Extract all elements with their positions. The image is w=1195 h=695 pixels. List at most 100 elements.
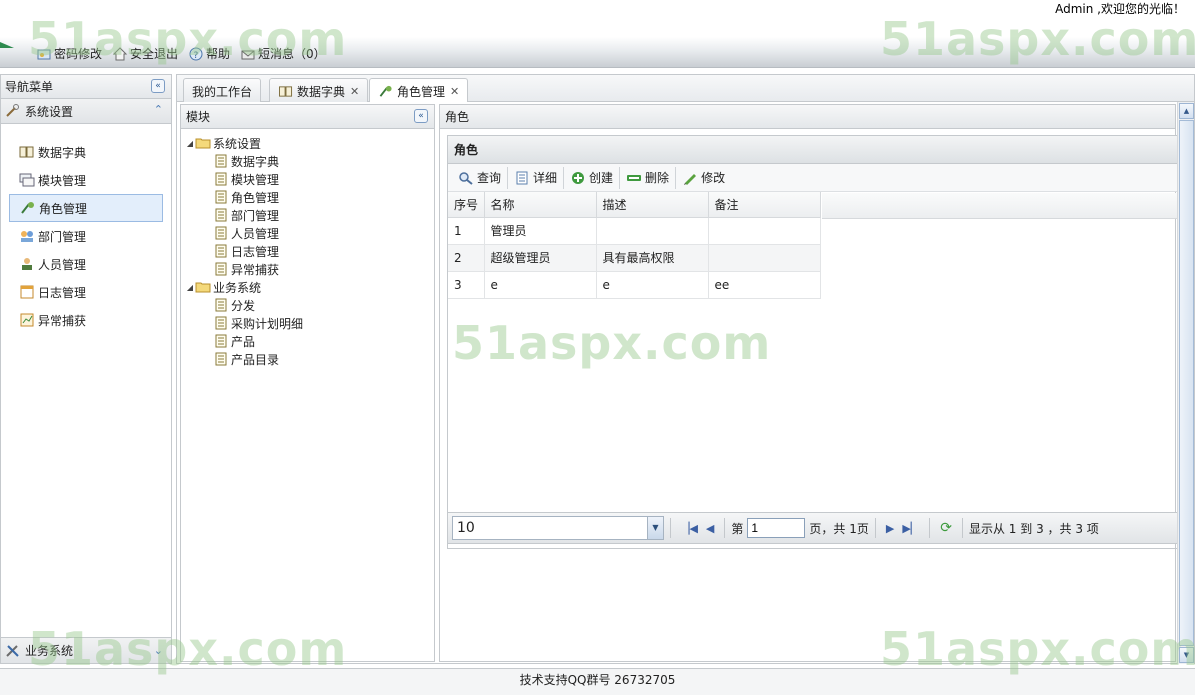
- tree-leaf[interactable]: 角色管理: [181, 188, 434, 206]
- pager-separator: [961, 518, 963, 538]
- tree-leaf[interactable]: 数据字典: [181, 152, 434, 170]
- module-collapse-button[interactable]: «: [414, 109, 428, 123]
- scroll-down-icon[interactable]: ▼: [1179, 647, 1194, 663]
- tree-leaf[interactable]: 人员管理: [181, 224, 434, 242]
- table-cell: 1: [448, 217, 485, 245]
- tab-label: 角色管理: [397, 85, 446, 99]
- document-icon: [215, 262, 227, 276]
- nav-item-label: 异常捕获: [38, 313, 87, 328]
- tab-my-workbench[interactable]: 我的工作台: [183, 78, 262, 103]
- messages-button[interactable]: 短消息（0）: [240, 45, 326, 62]
- nav-collapse-button[interactable]: «: [151, 79, 165, 93]
- greeting-text: Admin ,欢迎您的光临！: [1055, 2, 1185, 16]
- tree-leaf[interactable]: 分发: [181, 296, 434, 314]
- accordion-business-system[interactable]: 业务系统 ⌄: [1, 637, 171, 663]
- tree-leaf[interactable]: 日志管理: [181, 242, 434, 260]
- create-button[interactable]: 创建: [564, 166, 621, 189]
- edit-button[interactable]: 修改: [676, 167, 731, 189]
- tree-node-system-settings[interactable]: ◢ 系统设置: [181, 134, 434, 152]
- scrollbar-thumb[interactable]: [1179, 120, 1194, 646]
- table-row[interactable]: 3 e e ee: [448, 271, 821, 299]
- detail-button[interactable]: 详细: [508, 166, 565, 189]
- prev-page-icon[interactable]: ◀: [706, 522, 714, 535]
- book-icon: [19, 146, 34, 158]
- document-icon: [215, 154, 227, 168]
- last-page-icon[interactable]: ▶▏: [902, 522, 919, 535]
- nav-item-label: 日志管理: [38, 285, 87, 300]
- role-icon: [379, 85, 392, 97]
- nav-item-exception-capture[interactable]: 异常捕获: [9, 306, 163, 334]
- query-label: 查询: [477, 171, 502, 185]
- refresh-icon[interactable]: ⟳: [940, 520, 952, 536]
- search-icon: [459, 171, 473, 185]
- logout-button[interactable]: 安全退出: [112, 45, 178, 62]
- delete-button[interactable]: 删除: [620, 166, 677, 189]
- nav-item-department-management[interactable]: 部门管理: [9, 222, 163, 250]
- footer-text: 技术支持QQ群号 26732705: [519, 673, 676, 687]
- tree-leaf[interactable]: 产品: [181, 332, 434, 350]
- first-page-icon[interactable]: ▕◀: [681, 522, 698, 535]
- role-panel: 角色 角色 查询 详细 创建 删除 修改 序号 名称 描述 备注 1 管理员 2…: [439, 104, 1178, 662]
- detail-label: 详细: [533, 171, 558, 185]
- tree-leaf[interactable]: 产品目录: [181, 350, 434, 368]
- tree-leaf[interactable]: 采购计划明细: [181, 314, 434, 332]
- nav-item-data-dictionary[interactable]: 数据字典: [9, 138, 163, 166]
- pager-display-text: 显示从 1 到 3 ，共 3 项: [968, 521, 1099, 536]
- column-header[interactable]: 名称: [484, 192, 597, 218]
- nav-item-module-management[interactable]: 模块管理: [9, 166, 163, 194]
- table-cell: ee: [708, 271, 821, 299]
- vertical-scrollbar[interactable]: ▲ ▼: [1177, 102, 1194, 664]
- table-cell: e: [596, 271, 709, 299]
- change-password-button[interactable]: 密码修改: [36, 45, 102, 62]
- edit-label: 修改: [701, 171, 726, 185]
- accordion-system-settings[interactable]: 系统设置 ⌃: [1, 99, 171, 124]
- calendar-icon: [20, 285, 34, 299]
- tree-leaf[interactable]: 异常捕获: [181, 260, 434, 278]
- role-grid: 角色 查询 详细 创建 删除 修改 序号 名称 描述 备注 1 管理员 2 超级…: [447, 135, 1178, 549]
- expand-arrow-icon[interactable]: ◢: [185, 139, 195, 148]
- nav-item-role-management[interactable]: 角色管理: [9, 194, 163, 222]
- nav-item-label: 数据字典: [38, 145, 87, 160]
- table-cell: 管理员: [484, 217, 597, 245]
- query-button[interactable]: 查询: [452, 166, 509, 189]
- page-prefix: 第: [731, 521, 744, 536]
- nav-title: 导航菜单: [5, 80, 54, 94]
- scroll-up-icon[interactable]: ▲: [1179, 103, 1194, 119]
- tab-data-dictionary[interactable]: 数据字典 ✕: [269, 78, 369, 103]
- page-number-input[interactable]: [747, 518, 806, 538]
- change-password-label: 密码修改: [54, 47, 103, 61]
- tree-leaf-label: 人员管理: [231, 226, 280, 241]
- remove-icon: [627, 174, 642, 181]
- tree-leaf[interactable]: 模块管理: [181, 170, 434, 188]
- close-icon[interactable]: ✕: [350, 85, 359, 98]
- help-label: 帮助: [206, 47, 231, 61]
- nav-item-user-management[interactable]: 人员管理: [9, 250, 163, 278]
- next-page-icon[interactable]: ▶: [886, 522, 894, 535]
- chevron-down-icon[interactable]: ⌄: [154, 644, 163, 657]
- expand-arrow-icon[interactable]: ◢: [185, 283, 195, 292]
- tree-node-label: 业务系统: [213, 280, 262, 295]
- tab-role-management[interactable]: 角色管理 ✕: [369, 78, 469, 104]
- delete-label: 删除: [645, 171, 670, 185]
- chevron-down-icon[interactable]: ▼: [647, 517, 663, 539]
- help-button[interactable]: ? 帮助: [188, 45, 230, 62]
- page-size-select[interactable]: 10 ▼: [452, 516, 664, 540]
- table-cell: [596, 217, 709, 245]
- header: Admin ,欢迎您的光临！ 密码修改 安全退出 ? 帮助 短消息（0）: [0, 0, 1195, 68]
- pagination-bar: 10 ▼ ▕◀ ◀ 第 页，共 1页 ▶ ▶▏ ⟳ 显示从 1 到 3 ，共 3…: [447, 512, 1178, 544]
- tree-leaf-label: 角色管理: [231, 190, 280, 205]
- tree-node-label: 系统设置: [213, 136, 262, 151]
- tree-leaf-label: 日志管理: [231, 244, 280, 259]
- column-header[interactable]: 序号: [448, 192, 485, 218]
- table-row[interactable]: 1 管理员: [448, 217, 821, 245]
- tree-node-business-system[interactable]: ◢ 业务系统: [181, 278, 434, 296]
- tree-leaf[interactable]: 部门管理: [181, 206, 434, 224]
- grid-toolbar: 查询 详细 创建 删除 修改: [448, 164, 1177, 192]
- tab-bar: 我的工作台 数据字典 ✕ 角色管理 ✕: [176, 74, 1195, 104]
- column-header[interactable]: 描述: [596, 192, 709, 218]
- chevron-up-icon[interactable]: ⌃: [154, 103, 163, 116]
- table-row[interactable]: 2 超级管理员 具有最高权限: [448, 244, 821, 272]
- column-header[interactable]: 备注: [708, 192, 821, 218]
- nav-item-log-management[interactable]: 日志管理: [9, 278, 163, 306]
- close-icon[interactable]: ✕: [450, 85, 459, 98]
